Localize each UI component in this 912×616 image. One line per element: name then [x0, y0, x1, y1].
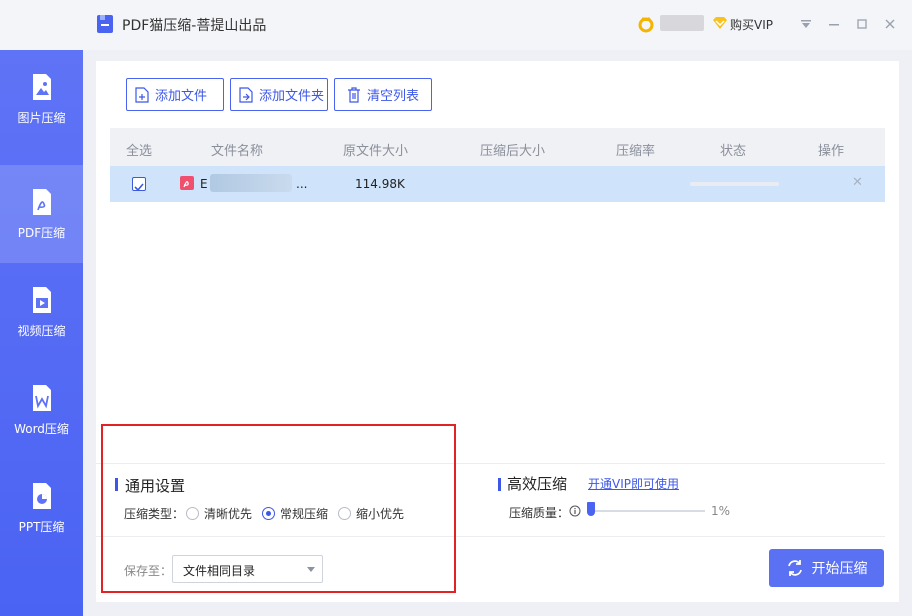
sidebar-item-label: 视频压缩	[17, 323, 66, 338]
sidebar-item-pdf[interactable]: PDF压缩	[0, 165, 83, 263]
maximize-icon	[857, 19, 867, 29]
app-logo-icon	[97, 15, 113, 33]
radio-clarity-first[interactable]	[186, 507, 199, 520]
main-panel: 添加文件 添加文件夹 清空列表 全选 文件名称 原文件大小 压缩后大小 压缩率 …	[96, 61, 899, 602]
ppt-file-icon	[32, 482, 51, 509]
start-compress-label: 开始压缩	[811, 561, 868, 577]
buy-vip-link[interactable]: 购买VIP	[730, 16, 773, 33]
sidebar-item-video[interactable]: 视频压缩	[0, 263, 83, 361]
title-bar: PDF猫压缩-菩提山出品 购买VIP	[0, 0, 912, 50]
word-file-icon	[32, 384, 51, 411]
settings-divider	[96, 463, 885, 464]
add-file-label: 添加文件	[155, 89, 208, 104]
image-file-icon	[32, 73, 51, 100]
sidebar-item-label: Word压缩	[14, 421, 69, 436]
file-name-redacted	[210, 174, 292, 192]
open-vip-link[interactable]: 开通VIP即可使用	[588, 475, 679, 492]
status-header: 状态	[720, 144, 747, 159]
save-location-value: 文件相同目录	[183, 564, 256, 578]
pdf-icon	[180, 176, 194, 190]
close-button[interactable]	[880, 14, 900, 34]
quality-slider-thumb[interactable]	[587, 502, 595, 516]
sidebar-item-label: 图片压缩	[17, 110, 66, 125]
video-file-icon	[32, 286, 51, 313]
save-location-select[interactable]: 文件相同目录	[172, 555, 323, 583]
save-divider	[96, 536, 885, 537]
radio-size-first[interactable]	[338, 507, 351, 520]
user-name[interactable]	[660, 15, 704, 31]
file-size: 114.98K	[355, 177, 405, 191]
option-size-first[interactable]: 缩小优先	[356, 505, 404, 522]
table-row[interactable]: E ... 114.98K ✕	[110, 166, 885, 202]
option-normal[interactable]: 常规压缩	[280, 505, 328, 522]
refresh-icon	[787, 560, 802, 576]
row-checkbox[interactable]	[132, 177, 146, 192]
pdf-file-icon	[32, 188, 51, 215]
maximize-button[interactable]	[852, 14, 872, 34]
add-file-icon	[135, 86, 149, 103]
info-icon[interactable]	[569, 505, 581, 517]
close-icon	[885, 19, 895, 29]
minimize-button[interactable]	[824, 14, 844, 34]
select-all-header[interactable]: 全选	[126, 140, 152, 159]
compress-type-label: 压缩类型：	[124, 507, 185, 521]
sidebar: 图片压缩 PDF压缩 视频压缩 Word压缩 PPT压缩	[0, 50, 83, 616]
option-clarity-first[interactable]: 清晰优先	[204, 505, 252, 522]
radio-normal[interactable]	[262, 507, 275, 520]
add-folder-button[interactable]: 添加文件夹	[230, 78, 328, 111]
trash-icon	[348, 86, 360, 103]
save-to-label: 保存至：	[124, 564, 173, 578]
quality-label: 压缩质量：	[509, 506, 570, 520]
efficient-marker	[498, 478, 501, 491]
general-settings-title: 通用设置	[125, 477, 186, 495]
file-name: E	[200, 177, 208, 191]
minimize-icon	[829, 24, 839, 26]
chevron-down-icon	[307, 567, 315, 572]
sidebar-item-label: PDF压缩	[17, 225, 66, 240]
actions-header: 操作	[818, 144, 845, 159]
sidebar-item-ppt[interactable]: PPT压缩	[0, 459, 83, 557]
compressed-size-header: 压缩后大小	[480, 144, 546, 159]
ratio-header: 压缩率	[616, 144, 656, 159]
add-folder-label: 添加文件夹	[259, 89, 325, 104]
checkmark-icon	[134, 183, 144, 192]
sidebar-item-word[interactable]: Word压缩	[0, 361, 83, 459]
sidebar-item-label: PPT压缩	[18, 519, 65, 534]
sidebar-item-image[interactable]: 图片压缩	[0, 50, 83, 148]
menu-icon	[801, 20, 811, 28]
add-folder-icon	[239, 86, 253, 103]
efficient-title: 高效压缩	[507, 475, 568, 493]
quality-value: 1%	[711, 504, 731, 518]
quality-slider-track[interactable]	[588, 510, 705, 512]
original-size-header: 原文件大小	[343, 144, 409, 159]
user-avatar-icon[interactable]	[637, 15, 655, 33]
start-compress-button[interactable]: 开始压缩	[769, 549, 884, 587]
clear-list-label: 清空列表	[367, 89, 420, 104]
file-table-header: 全选 文件名称 原文件大小 压缩后大小 压缩率 状态 操作	[110, 128, 885, 166]
app-title: PDF猫压缩-菩提山出品	[122, 18, 267, 34]
menu-dropdown-button[interactable]	[796, 14, 816, 34]
add-file-button[interactable]: 添加文件	[126, 78, 224, 111]
status-progress-bar	[690, 182, 779, 186]
remove-row-button[interactable]: ✕	[852, 175, 863, 190]
clear-list-button[interactable]: 清空列表	[334, 78, 432, 111]
vip-diamond-icon[interactable]	[712, 16, 728, 30]
filename-header: 文件名称	[211, 144, 264, 159]
file-name-ellipsis: ...	[296, 177, 308, 191]
general-settings-marker	[115, 478, 118, 491]
